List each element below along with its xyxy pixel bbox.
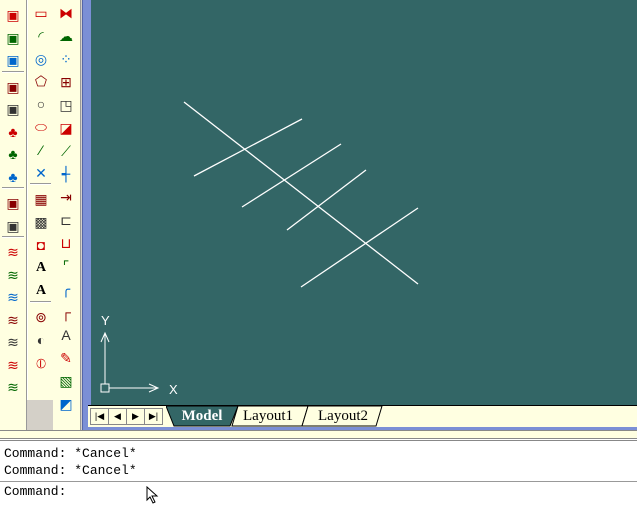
hatch-icon[interactable]: ▦: [31, 189, 51, 209]
last-tab-button[interactable]: ▶|: [144, 408, 163, 425]
next-tab-button[interactable]: ▶: [126, 408, 145, 425]
point-icon[interactable]: ✕: [31, 163, 51, 183]
edit-text-icon[interactable]: A: [56, 325, 76, 345]
drawing-canvas[interactable]: Y X: [91, 0, 637, 405]
prev-tab-button[interactable]: ◀: [108, 408, 127, 425]
shade-4-icon[interactable]: ≋: [3, 310, 23, 330]
region-icon[interactable]: ◘: [31, 235, 51, 255]
command-window: Command: *Cancel* Command: *Cancel* Comm…: [0, 438, 637, 506]
ucs-icon[interactable]: ▣: [3, 50, 23, 70]
mirror-icon[interactable]: ⧓: [56, 3, 76, 23]
revcloud-icon[interactable]: ☁: [56, 26, 76, 46]
drawn-line[interactable]: [183, 101, 419, 285]
command-prompt[interactable]: Command:: [4, 484, 66, 499]
corner-icon[interactable]: ┌: [56, 302, 76, 322]
draw-order-icon[interactable]: ◩: [56, 394, 76, 414]
fillet-icon[interactable]: ╭: [56, 279, 76, 299]
text-icon[interactable]: A: [31, 258, 51, 278]
divide-icon[interactable]: ⁄: [31, 140, 51, 160]
ucs-icon: [100, 331, 160, 393]
layout-tab-bar: |◀ ◀ ▶ ▶| Model Layout1 Layout2: [88, 405, 637, 427]
arc-icon[interactable]: ◜: [31, 26, 51, 46]
extend-icon[interactable]: ⇥: [56, 187, 76, 207]
shade-5-icon[interactable]: ≋: [3, 332, 23, 352]
properties-icon[interactable]: ▣: [3, 28, 23, 48]
toolbar-modify: ⧓ ☁ ⁘ ⊞ ◳ ◪ ⟋ ┽ ⇥ ⊏ ⊔ ⌜ ╭ ┌ A ✎ ▧ ◩: [53, 0, 81, 430]
edit-hatch-icon[interactable]: ▧: [56, 371, 76, 391]
toolbar-separator: [30, 301, 51, 304]
trim-icon[interactable]: ┽: [56, 164, 76, 184]
drawing-svg: Y X: [100, 101, 419, 397]
tab-layout1[interactable]: Layout1: [236, 406, 300, 426]
scale-icon[interactable]: ◳: [56, 95, 76, 115]
toolbar-separator: [2, 70, 24, 73]
tab-layout2[interactable]: Layout2: [308, 406, 378, 426]
ellipse-icon[interactable]: ⬭: [31, 117, 51, 137]
subtract-icon[interactable]: ◐: [31, 330, 51, 350]
circle-icon[interactable]: ◎: [31, 49, 51, 69]
union-icon[interactable]: ⊚: [31, 307, 51, 327]
toolbar-draw: ▭ ◜ ◎ ⬠ ○ ⬭ ⁄ ✕ ▦ ▩ ◘ A A ⊚ ◐ ⦶: [27, 0, 54, 400]
render-icon[interactable]: ▣: [3, 77, 23, 97]
join-icon[interactable]: ⊔: [56, 233, 76, 253]
toolbar-separator: [2, 187, 24, 189]
edit-polyline-icon[interactable]: ✎: [56, 348, 76, 368]
shade-7-icon[interactable]: ≋: [3, 377, 23, 397]
view-icon[interactable]: ▣: [3, 5, 23, 25]
ucs-x-label: X: [169, 382, 178, 397]
mtext-icon[interactable]: A: [31, 281, 51, 301]
tree-library-icon[interactable]: ♣: [3, 167, 23, 187]
mouse-cursor-icon: [146, 486, 159, 504]
shade-3-icon[interactable]: ≋: [3, 287, 23, 307]
command-history-line: Command: *Cancel*: [4, 446, 137, 461]
rectangle-icon[interactable]: ▭: [31, 3, 51, 23]
drawn-line[interactable]: [286, 169, 367, 231]
landscape-icon[interactable]: ▣: [3, 99, 23, 119]
chamfer-icon[interactable]: ⌜: [56, 256, 76, 276]
gradient-hatch-icon[interactable]: ▩: [31, 212, 51, 232]
materials-icon[interactable]: ▣: [3, 216, 23, 236]
circle-3p-icon[interactable]: ○: [31, 94, 51, 114]
tree-edit-icon[interactable]: ♣: [3, 144, 23, 164]
drawn-line[interactable]: [193, 118, 303, 177]
toolbar-render: ▣ ▣ ▣ ▣ ▣ ♣ ♣ ♣ ▣ ▣ ≋ ≋ ≋ ≋ ≋ ≋ ≋: [0, 0, 27, 430]
toolbar-separator: [30, 183, 51, 186]
ucs-y-label: Y: [101, 313, 110, 328]
break-at-point-icon[interactable]: ⊏: [56, 210, 76, 230]
scene-icon[interactable]: ▣: [3, 193, 23, 213]
shade-2-icon[interactable]: ≋: [3, 265, 23, 285]
tree-icon[interactable]: ♣: [3, 122, 23, 142]
break-icon[interactable]: ⟋: [56, 141, 76, 161]
command-history-line: Command: *Cancel*: [4, 463, 137, 478]
drawn-line[interactable]: [300, 207, 419, 288]
toolbar-separator: [2, 236, 24, 238]
first-tab-button[interactable]: |◀: [90, 408, 109, 425]
polygon-icon[interactable]: ⬠: [31, 71, 51, 91]
array-icon[interactable]: ⁘: [56, 49, 76, 69]
stretch-icon[interactable]: ◪: [56, 118, 76, 138]
intersect-icon[interactable]: ⦶: [31, 353, 51, 373]
array-grid-icon[interactable]: ⊞: [56, 72, 76, 92]
drawn-line[interactable]: [241, 143, 342, 208]
shade-1-icon[interactable]: ≋: [3, 242, 23, 262]
shade-6-icon[interactable]: ≋: [3, 355, 23, 375]
tab-model[interactable]: Model: [174, 406, 230, 426]
